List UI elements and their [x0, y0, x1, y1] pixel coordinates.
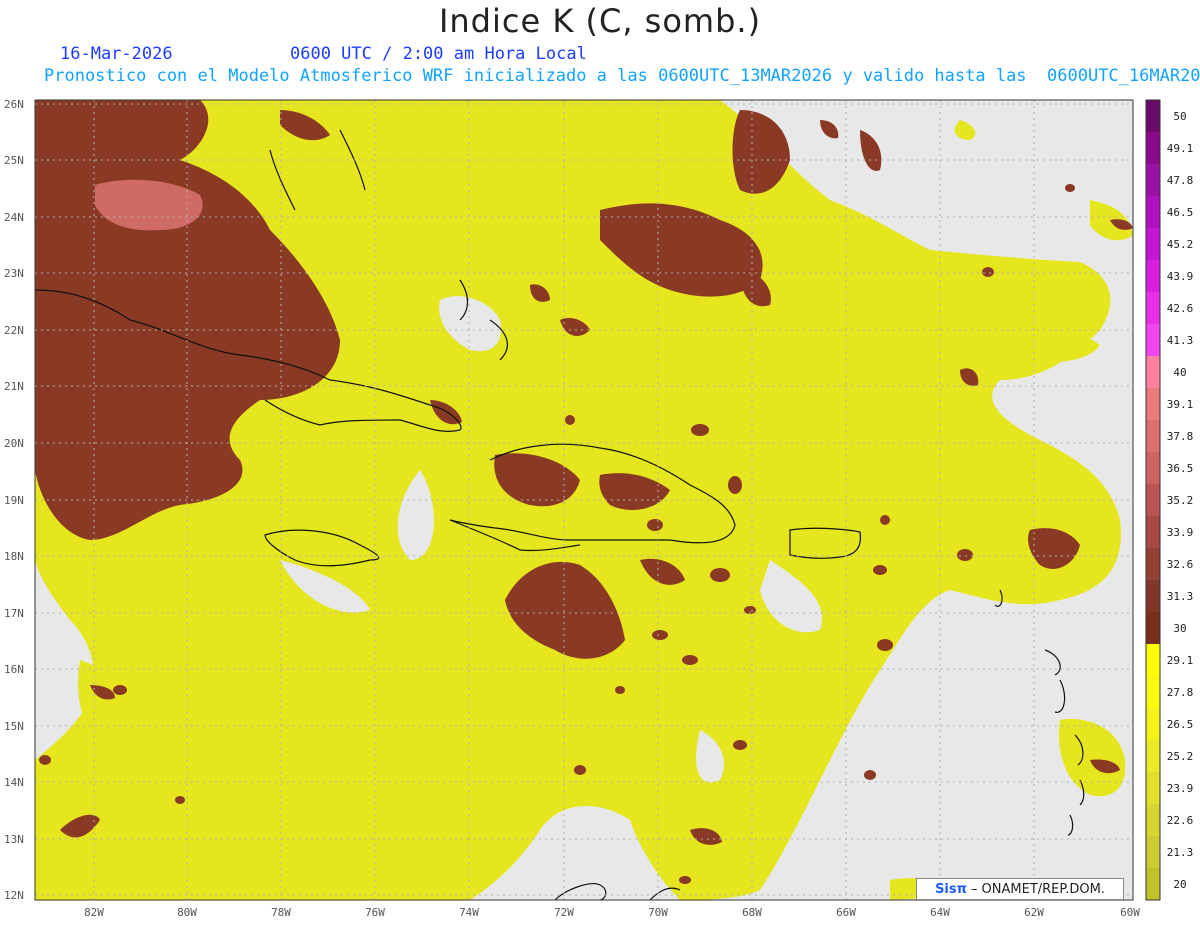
colorbar-swatch: [1146, 708, 1160, 741]
lon-label: 64W: [930, 906, 950, 919]
lat-label: 24N: [4, 211, 24, 224]
colorbar-label: 45.2: [1167, 238, 1194, 251]
colorbar-swatch: [1146, 420, 1160, 453]
lat-label: 20N: [4, 437, 24, 450]
colorbar-label: 20: [1173, 878, 1186, 891]
colorbar-label: 39.1: [1167, 398, 1194, 411]
colorbar-label: 26.5: [1167, 718, 1194, 731]
colorbar-swatch: [1146, 740, 1160, 773]
lat-label: 12N: [4, 889, 24, 902]
colorbar-label: 37.8: [1167, 430, 1194, 443]
colorbar-swatch: [1146, 356, 1160, 389]
colorbar-swatch: [1146, 324, 1160, 357]
lon-label: 60W: [1120, 906, 1140, 919]
lat-label: 22N: [4, 324, 24, 337]
lat-axis-labels: 26N 25N 24N 23N 22N 21N 20N 19N 18N 17N …: [4, 98, 24, 902]
lon-label: 66W: [836, 906, 856, 919]
lon-label: 68W: [742, 906, 762, 919]
colorbar-label: 49.1: [1167, 142, 1194, 155]
colorbar-label: 31.3: [1167, 590, 1194, 603]
colorbar-swatch: [1146, 644, 1160, 677]
colorbar-swatch: [1146, 836, 1160, 869]
colorbar-label: 41.3: [1167, 334, 1194, 347]
colorbar-swatch: [1146, 196, 1160, 229]
colorbar-swatch: [1146, 132, 1160, 165]
colorbar-label: 25.2: [1167, 750, 1194, 763]
lat-label: 21N: [4, 380, 24, 393]
colorbar-label: 42.6: [1167, 302, 1194, 315]
colorbar-swatch: [1146, 612, 1160, 645]
colorbar-swatch: [1146, 452, 1160, 485]
colorbar-swatch: [1146, 484, 1160, 517]
lon-label: 80W: [177, 906, 197, 919]
colorbar-swatch: [1146, 548, 1160, 581]
lon-label: 74W: [459, 906, 479, 919]
lat-label: 25N: [4, 154, 24, 167]
credit-box: Sisπ – ONAMET/REP.DOM.: [916, 878, 1124, 900]
colorbar-label: 36.5: [1167, 462, 1194, 475]
colorbar-label: 22.6: [1167, 814, 1194, 827]
colorbar-swatch: [1146, 868, 1160, 901]
sispi-logo: Sisπ: [935, 881, 967, 897]
lat-label: 19N: [4, 494, 24, 507]
lon-label: 78W: [271, 906, 291, 919]
lon-label: 76W: [365, 906, 385, 919]
lat-label: 13N: [4, 833, 24, 846]
colorbar-label: 21.3: [1167, 846, 1194, 859]
colorbar-label: 23.9: [1167, 782, 1194, 795]
colorbar: 50 49.1 47.8 46.5 45.2 43.9 42.6 41.3 40 39.1 37.8…: [1145, 99, 1194, 901]
colorbar-swatch: [1146, 772, 1160, 805]
lat-label: 16N: [4, 663, 24, 676]
colorbar-swatch: [1146, 100, 1160, 133]
lon-label: 82W: [84, 906, 104, 919]
colorbar-label: 40: [1173, 366, 1186, 379]
colorbar-label: 47.8: [1167, 174, 1194, 187]
lon-axis-labels: 82W 80W 78W 76W 74W 72W 70W 68W 66W 64W …: [84, 906, 1140, 919]
colorbar-swatch: [1146, 292, 1160, 325]
colorbar-swatch: [1146, 388, 1160, 421]
colorbar-swatch: [1146, 164, 1160, 197]
lon-label: 70W: [648, 906, 668, 919]
k-index-map: 26N 25N 24N 23N 22N 21N 20N 19N 18N 17N …: [4, 98, 1194, 919]
colorbar-swatch: [1146, 516, 1160, 549]
lat-label: 18N: [4, 550, 24, 563]
colorbar-swatch: [1146, 580, 1160, 613]
lon-label: 62W: [1024, 906, 1044, 919]
colorbar-label: 27.8: [1167, 686, 1194, 699]
colorbar-swatch: [1146, 228, 1160, 261]
colorbar-label: 32.6: [1167, 558, 1194, 571]
credit-text: – ONAMET/REP.DOM.: [970, 881, 1105, 897]
lat-label: 17N: [4, 607, 24, 620]
lat-label: 26N: [4, 98, 24, 111]
colorbar-swatch: [1146, 260, 1160, 293]
colorbar-label: 33.9: [1167, 526, 1194, 539]
colorbar-label: 50: [1173, 110, 1186, 123]
colorbar-swatch: [1146, 804, 1160, 837]
colorbar-label: 35.2: [1167, 494, 1194, 507]
lon-label: 72W: [554, 906, 574, 919]
lat-label: 14N: [4, 776, 24, 789]
colorbar-label: 29.1: [1167, 654, 1194, 667]
colorbar-swatch: [1146, 676, 1160, 709]
colorbar-label: 30: [1173, 622, 1186, 635]
lat-label: 15N: [4, 720, 24, 733]
colorbar-label: 43.9: [1167, 270, 1194, 283]
colorbar-label: 46.5: [1167, 206, 1194, 219]
lat-label: 23N: [4, 267, 24, 280]
